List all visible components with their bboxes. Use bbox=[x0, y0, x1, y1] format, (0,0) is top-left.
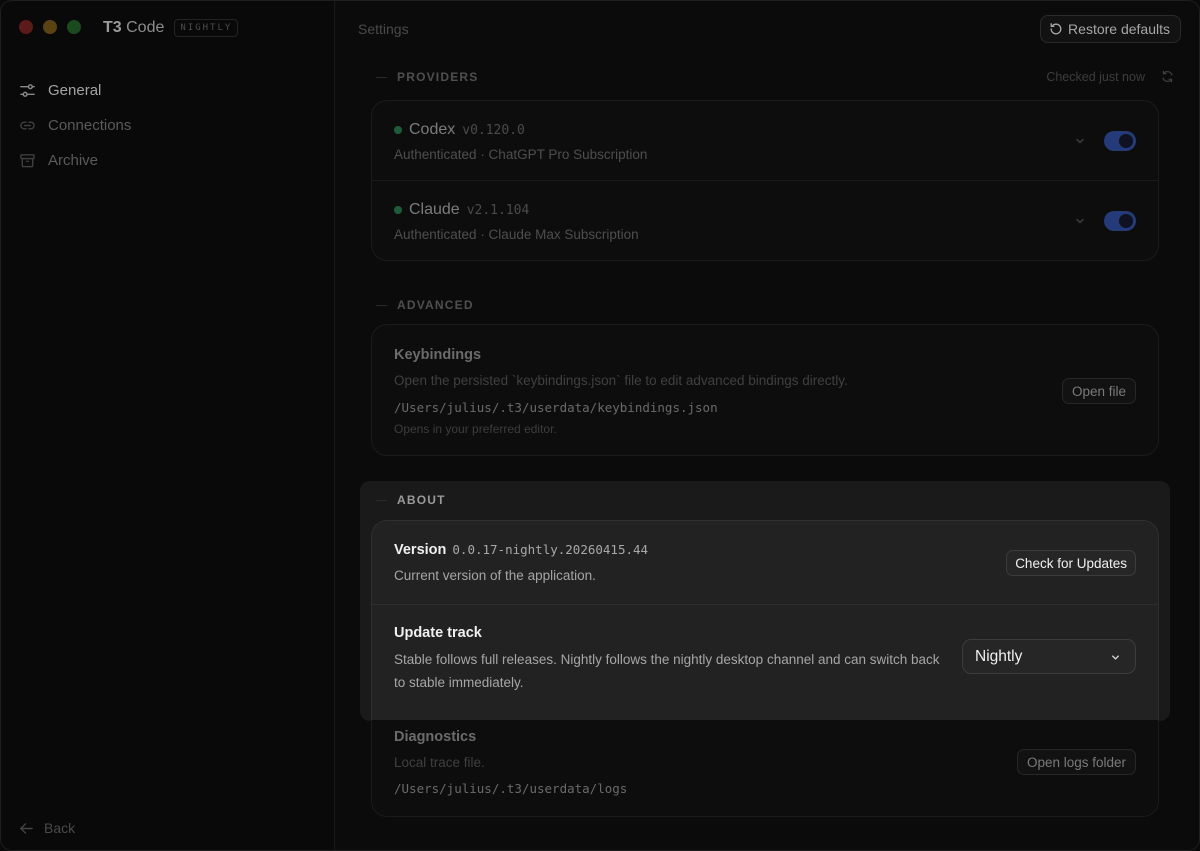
open-logs-folder-button[interactable]: Open logs folder bbox=[1016, 749, 1136, 775]
status-dot bbox=[394, 126, 402, 134]
provider-status: Authenticated · Claude Max Subscription bbox=[394, 227, 639, 242]
check-for-updates-button[interactable]: Check for Updates bbox=[1006, 550, 1136, 576]
restore-defaults-label: Restore defaults bbox=[1068, 21, 1170, 37]
status-dot bbox=[394, 206, 402, 214]
top-bar: Settings Restore defaults bbox=[336, 1, 1199, 57]
refresh-icon[interactable] bbox=[1161, 70, 1174, 83]
sidebar-item-label: General bbox=[48, 82, 102, 99]
version-description: Current version of the application. bbox=[394, 568, 596, 583]
diagnostics-card: Diagnostics Local trace file. /Users/jul… bbox=[371, 720, 1159, 817]
provider-title: Codex bbox=[409, 121, 456, 138]
chevron-down-icon[interactable] bbox=[1074, 215, 1086, 227]
minimize-window-button[interactable] bbox=[43, 20, 57, 34]
link-icon bbox=[20, 121, 35, 130]
maximize-window-button[interactable] bbox=[67, 20, 81, 34]
provider-version: v2.1.104 bbox=[466, 202, 530, 218]
provider-title: Claude bbox=[409, 201, 460, 218]
chevron-down-icon bbox=[1112, 655, 1119, 660]
sidebar-nav: General Connections Archive bbox=[19, 73, 319, 178]
sidebar-item-label: Connections bbox=[48, 117, 132, 134]
sidebar-item-archive[interactable]: Archive bbox=[19, 143, 319, 178]
rotate-ccw-icon bbox=[1050, 23, 1062, 35]
restore-defaults-button[interactable]: Restore defaults bbox=[1040, 15, 1181, 43]
providers-section-label: PROVIDERS bbox=[376, 70, 478, 84]
keybindings-description: Open the persisted `keybindings.json` fi… bbox=[394, 373, 848, 388]
version-value: 0.0.17-nightly.20260415.44 bbox=[452, 542, 649, 557]
update-track-select[interactable]: Nightly bbox=[962, 639, 1136, 674]
provider-name: Claude v2.1.104 bbox=[394, 201, 529, 219]
provider-version: v0.120.0 bbox=[462, 122, 525, 138]
version-row: Version 0.0.17-nightly.20260415.44 Curren… bbox=[372, 521, 1158, 605]
provider-row-claude: Claude v2.1.104 Authenticated · Claude M… bbox=[372, 181, 1158, 261]
about-card: Version 0.0.17-nightly.20260415.44 Curren… bbox=[371, 520, 1159, 720]
main-panel: Settings Restore defaults PROVIDERS Chec… bbox=[336, 1, 1199, 850]
sliders-icon bbox=[20, 84, 35, 97]
sidebar-item-general[interactable]: General bbox=[19, 73, 319, 108]
sidebar-item-connections[interactable]: Connections bbox=[19, 108, 319, 143]
back-button[interactable]: Back bbox=[19, 820, 75, 836]
close-window-button[interactable] bbox=[19, 20, 33, 34]
sidebar-item-label: Archive bbox=[48, 152, 99, 169]
back-label: Back bbox=[44, 820, 76, 836]
provider-name: Codex v0.120.0 bbox=[394, 121, 525, 139]
keybindings-path: /Users/julius/.t3/userdata/keybindings.j… bbox=[394, 400, 718, 415]
sidebar: T3 Code NIGHTLY General Connections Arch… bbox=[1, 1, 335, 850]
update-track-selected: Nightly bbox=[975, 647, 1023, 665]
update-track-description: Stable follows full releases. Nightly fo… bbox=[394, 652, 940, 690]
settings-window: T3 Code NIGHTLY General Connections Arch… bbox=[0, 0, 1200, 851]
advanced-card: Keybindings Open the persisted `keybindi… bbox=[371, 324, 1159, 456]
diagnostics-title: Diagnostics bbox=[394, 729, 477, 745]
keybindings-note: Opens in your preferred editor. bbox=[394, 422, 557, 436]
provider-row-codex: Codex v0.120.0 Authenticated · ChatGPT P… bbox=[372, 101, 1158, 181]
archive-icon bbox=[20, 154, 35, 168]
codex-toggle[interactable] bbox=[1104, 131, 1136, 151]
diagnostics-path: /Users/julius/.t3/userdata/logs bbox=[394, 781, 628, 796]
update-track-title: Update track bbox=[394, 625, 482, 641]
claude-toggle[interactable] bbox=[1104, 211, 1136, 231]
window-controls bbox=[19, 20, 81, 34]
diagnostics-description: Local trace file. bbox=[394, 755, 485, 770]
keybindings-title: Keybindings bbox=[394, 347, 482, 363]
nightly-badge: NIGHTLY bbox=[174, 19, 239, 37]
app-name: T3 Code bbox=[103, 19, 165, 36]
advanced-section-label: ADVANCED bbox=[376, 298, 474, 312]
about-section-label: ABOUT bbox=[376, 493, 446, 507]
checked-status: Checked just now bbox=[1046, 70, 1145, 84]
app-title: T3 Code NIGHTLY bbox=[103, 19, 239, 37]
version-title: Version 0.0.17-nightly.20260415.44 bbox=[394, 542, 649, 558]
chevron-down-icon[interactable] bbox=[1074, 135, 1086, 147]
arrow-left-icon bbox=[20, 822, 33, 834]
open-file-button[interactable]: Open file bbox=[1061, 378, 1136, 404]
page-title: Settings bbox=[358, 21, 409, 37]
provider-status: Authenticated · ChatGPT Pro Subscription bbox=[394, 147, 648, 162]
providers-card: Codex v0.120.0 Authenticated · ChatGPT P… bbox=[371, 100, 1159, 261]
